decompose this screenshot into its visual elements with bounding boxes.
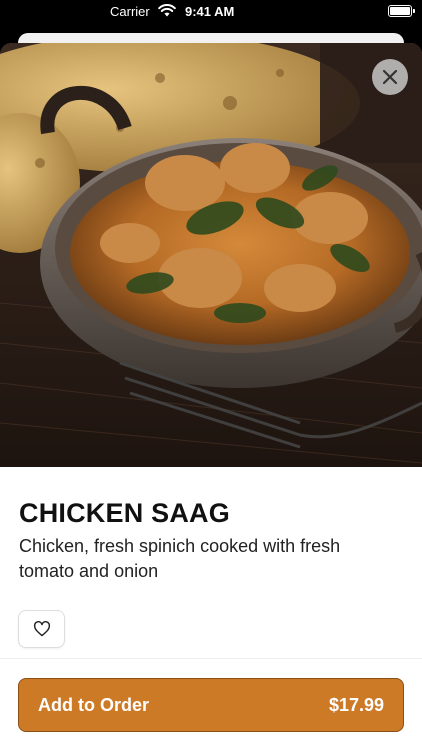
item-detail-sheet: CHICKEN SAAG Chicken, fresh spinich cook…	[0, 43, 422, 750]
divider	[0, 658, 422, 659]
favorite-button[interactable]	[18, 610, 65, 648]
item-description: Chicken, fresh spinich cooked with fresh…	[19, 536, 341, 581]
wifi-icon	[158, 4, 176, 20]
item-price: $17.99	[328, 695, 384, 715]
close-icon	[382, 69, 398, 85]
heart-icon	[33, 621, 50, 637]
status-bar: Carrier 9:41 AM	[0, 0, 422, 24]
add-to-order-label: Add to Order	[38, 695, 149, 715]
clock: 9:41 AM	[185, 4, 235, 19]
battery-icon	[388, 5, 415, 17]
add-to-order-button[interactable]: Add to Order $17.99	[18, 678, 404, 732]
close-button[interactable]	[372, 59, 408, 95]
dish-photo	[0, 43, 422, 467]
carrier-label: Carrier	[110, 4, 150, 19]
screen: Carrier 9:41 AM CHICKEN SAAG Chicken, fr…	[0, 0, 422, 750]
item-title: CHICKEN SAAG	[19, 498, 230, 528]
